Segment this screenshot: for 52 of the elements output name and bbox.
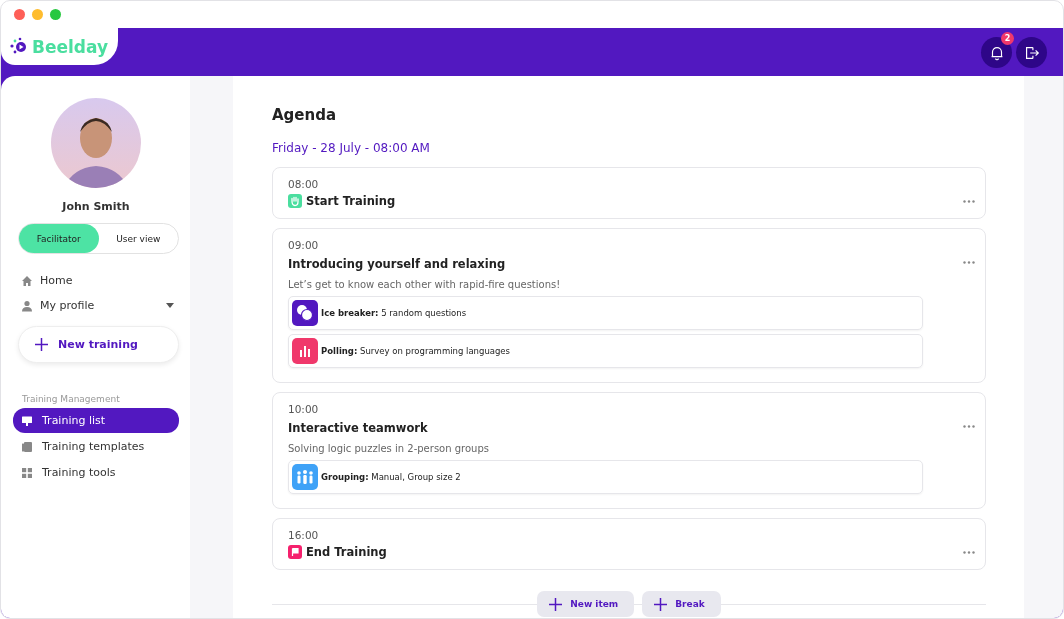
plus-icon [549,597,563,611]
view-toggle-option[interactable]: Facilitator [19,224,99,253]
item-time: 09:00 [288,239,320,251]
minimize-window-button[interactable] [32,9,43,20]
activity-row[interactable]: Polling: Survey on programming languages [288,334,923,368]
home-icon [21,274,33,287]
plus-icon [35,338,48,351]
activity-text: Grouping: Manual, Group size 2 [321,472,461,482]
document-icon [21,440,33,453]
agenda-item-card[interactable]: 08:00 Start Training [272,167,986,219]
item-title: Start Training [306,194,396,208]
agenda-date: Friday - 28 July - 08:00 AM [272,141,431,155]
item-description: Let’s get to know each other with rapid-fire questions! [288,279,562,290]
item-time: 16:00 [288,529,320,541]
menu-item[interactable]: Training tools [13,460,179,485]
activity-text: Polling: Survey on programming languages [321,346,511,356]
add-button[interactable]: Break [642,591,721,617]
user-icon [21,299,33,312]
agenda-item-card[interactable]: 10:00 Interactive teamwork Solving logic puzzles in 2-person groups Grouping: Manual, Group size 2 [272,392,986,509]
more-icon [963,424,975,428]
close-window-button[interactable] [14,9,25,20]
view-toggle-option[interactable]: User view [98,224,178,253]
nav-link[interactable]: My profile [40,299,95,312]
item-description: Solving logic puzzles in 2-person groups [288,443,490,454]
presentation-icon [21,414,33,427]
caret-icon[interactable] [166,303,174,308]
maximize-window-button[interactable] [50,9,61,20]
agenda-item-card[interactable]: 16:00 End Training [272,518,986,570]
activity-text: Ice breaker: 5 random questions [321,308,467,318]
item-title: End Training [306,545,387,559]
agenda-item-card[interactable]: 09:00 Introducing yourself and relaxing Let’s get to know each other with rapid-fire questions! Ice breaker: 5 random questions Polling: Survey on programming languages [272,228,986,383]
section-heading: Training Management [22,394,121,404]
notification-count: 2 [1001,32,1014,45]
logout-button[interactable] [1016,37,1047,68]
activity-row[interactable]: Ice breaker: 5 random questions [288,296,923,330]
agenda-title: Agenda [272,106,338,124]
user-name: John Smith [60,200,131,213]
new-training-button[interactable]: New training [18,326,179,363]
grid-icon [21,466,33,479]
item-title: Introducing yourself and relaxing [288,257,507,271]
item-time: 08:00 [288,178,320,190]
more-icon [963,550,975,554]
more-icon [963,260,975,264]
more-icon [963,199,975,203]
item-time: 10:00 [288,403,320,415]
plus-icon [654,597,668,611]
item-title: Interactive teamwork [288,421,429,435]
activity-row[interactable]: Grouping: Manual, Group size 2 [288,460,923,494]
nav-link[interactable]: Home [40,274,73,287]
menu-item[interactable]: Training templates [13,434,179,459]
menu-item[interactable]: Training list [13,408,179,433]
add-button[interactable]: New item [537,591,635,617]
